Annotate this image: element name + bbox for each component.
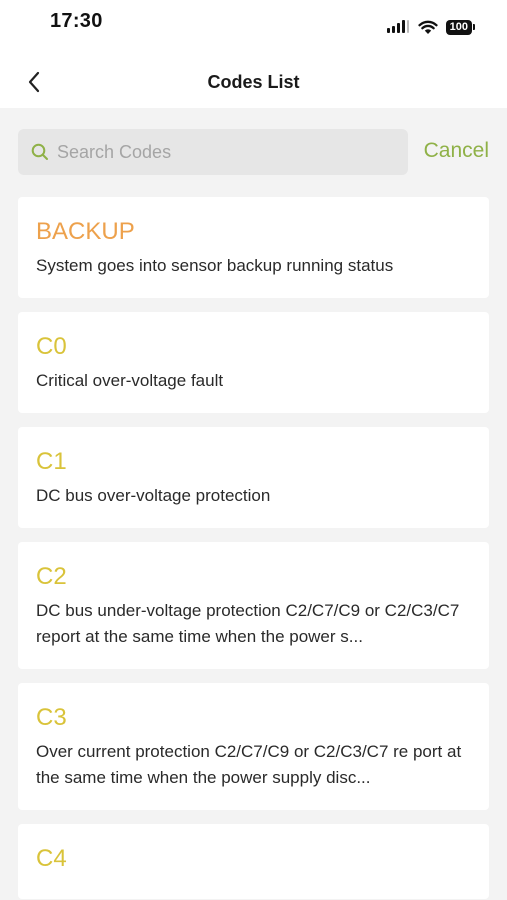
search-row: Cancel [18,129,489,175]
code-list: BACKUP System goes into sensor backup ru… [18,197,489,900]
status-bar: 17:30 100 [0,0,507,56]
code-card-c3[interactable]: C3 Over current protection C2/C7/C9 or C… [18,683,489,810]
battery-level: 100 [445,19,472,35]
status-icons: 100 [386,19,475,35]
code-description: DC bus over-voltage protection [36,486,271,505]
search-icon [31,143,48,160]
wifi-icon [418,20,438,34]
code-description: Over current protection C2/C7/C9 or C2/C… [36,742,462,787]
code-card-c0[interactable]: C0 Critical over-voltage fault [18,312,489,413]
code-description: DC bus under-voltage protection C2/C7/C9… [36,601,460,646]
cancel-button[interactable]: Cancel [424,139,489,163]
code-description: System goes into sensor backup running s… [36,256,394,275]
battery-tip [473,24,475,30]
code-card-backup[interactable]: BACKUP System goes into sensor backup ru… [18,197,489,298]
code-description: Critical over-voltage fault [36,371,224,390]
code-card-c1[interactable]: C1 DC bus over-voltage protection [18,427,489,528]
nav-bar: Codes List [0,56,507,108]
code-card-c2[interactable]: C2 DC bus under-voltage protection C2/C7… [18,542,489,669]
battery-icon: 100 [445,19,475,35]
cellular-signal-icon [386,20,409,33]
code-title: C1 [36,448,67,475]
search-box[interactable] [18,129,408,175]
search-input[interactable] [55,140,389,164]
status-time: 17:30 [50,10,103,32]
page-title: Codes List [207,72,300,92]
code-title: C4 [36,845,67,872]
code-title: C0 [36,333,67,360]
code-title: BACKUP [36,218,135,245]
code-card-c4[interactable]: C4 [18,824,489,899]
screen: 17:30 100 Codes List Search Codes Cancel… [0,0,507,900]
code-title: C2 [36,563,67,590]
code-title: C3 [36,704,67,731]
